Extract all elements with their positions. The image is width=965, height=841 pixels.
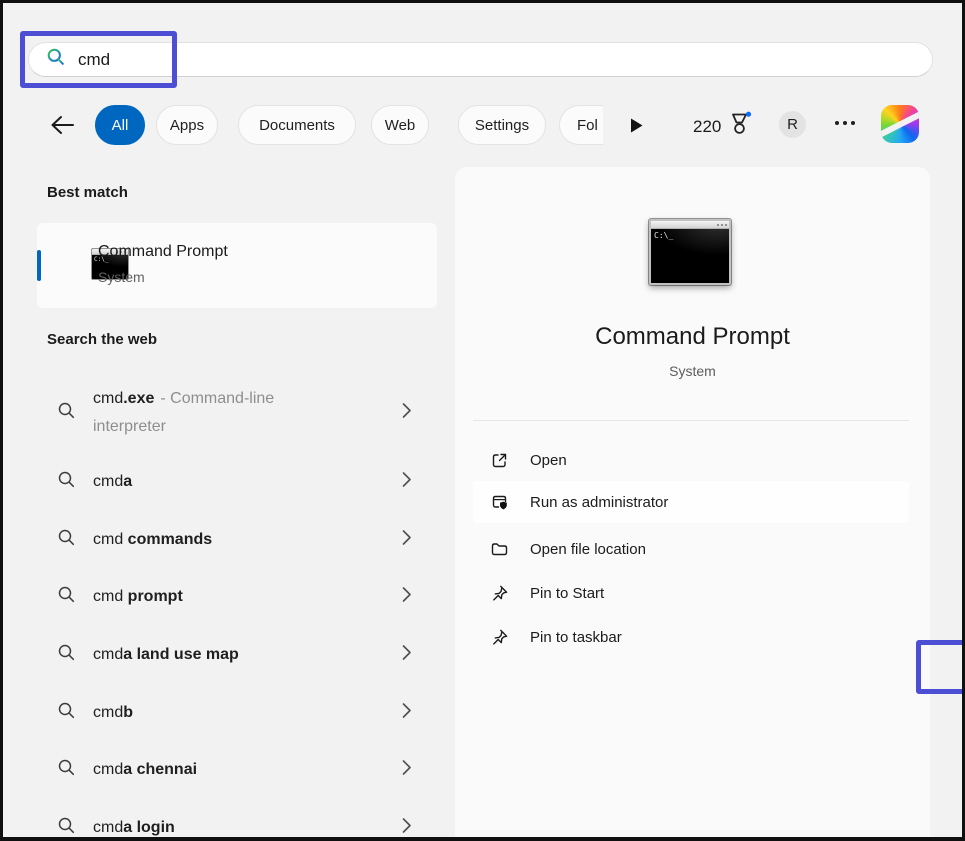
chevron-right-icon[interactable] <box>401 817 412 837</box>
search-row-icon <box>57 585 76 609</box>
search-input[interactable]: cmd <box>28 42 933 77</box>
suggestion-typed: cmd <box>93 646 124 663</box>
action-pin-to-taskbar[interactable]: Pin to taskbar <box>473 615 909 659</box>
tab-label: Fol <box>577 116 598 134</box>
windows-search-flyout: cmd All Apps Documents Web Settings Fol … <box>0 0 965 841</box>
suggestion-typed: cmd <box>93 473 124 490</box>
action-label: Open <box>530 451 567 469</box>
tab-folders-truncated[interactable]: Fol <box>559 105 603 145</box>
suggestion-typed: cmd <box>93 819 124 836</box>
search-icon <box>46 47 66 72</box>
search-row-icon <box>57 401 76 425</box>
search-row-icon <box>57 758 76 782</box>
search-web-heading: Search the web <box>47 331 158 348</box>
shield-window-icon <box>490 493 510 512</box>
action-label: Open file location <box>530 540 646 558</box>
search-row-icon <box>57 470 76 494</box>
suggestion-completion: commands <box>123 531 213 548</box>
web-suggestion-row[interactable]: cmda login <box>37 804 437 837</box>
rewards-medal-icon <box>729 111 752 142</box>
chevron-right-icon[interactable] <box>401 402 412 424</box>
chevron-right-icon[interactable] <box>401 702 412 724</box>
avatar-initial: R <box>787 116 798 133</box>
suggestion-typed: cmd <box>93 531 124 548</box>
selection-accent-bar <box>37 250 41 281</box>
chevron-right-icon[interactable] <box>401 471 412 493</box>
scroll-tabs-right-button[interactable] <box>629 117 645 135</box>
suggestion-completion: a <box>123 473 133 490</box>
web-suggestion-row[interactable]: cmda <box>37 458 437 506</box>
divider <box>473 420 909 421</box>
best-match-title: Command Prompt <box>98 243 228 260</box>
best-match-subtitle: System <box>98 269 145 285</box>
tab-all[interactable]: All <box>95 105 145 145</box>
chevron-right-icon[interactable] <box>401 529 412 551</box>
pin-icon <box>490 628 510 647</box>
suggestion-completion: a chennai <box>123 761 198 778</box>
suggestion-completion: .exe <box>123 390 155 407</box>
web-suggestion-row[interactable]: cmd.exe - Command-line interpreter <box>37 379 437 447</box>
preview-panel: C:\_ Command Prompt System Open Run as a… <box>455 167 962 837</box>
play-triangle-icon <box>631 118 643 133</box>
action-open[interactable]: Open <box>473 438 909 482</box>
tab-label: All <box>111 116 129 134</box>
best-match-item[interactable]: C:\_ Command Prompt System <box>37 223 437 308</box>
folder-icon <box>490 540 510 559</box>
search-row-icon <box>57 816 76 837</box>
rewards-points: 220 <box>693 116 722 136</box>
tab-settings[interactable]: Settings <box>458 105 546 145</box>
rewards-counter[interactable]: 220 <box>693 111 752 142</box>
search-row-icon <box>57 701 76 725</box>
tab-web[interactable]: Web <box>371 105 429 145</box>
suggestion-typed: cmd <box>93 588 124 605</box>
back-button[interactable] <box>48 113 78 139</box>
tab-label: Documents <box>259 116 335 134</box>
preview-title: Command Prompt <box>595 323 790 350</box>
dot-icon <box>835 121 839 125</box>
chevron-right-icon[interactable] <box>401 759 412 781</box>
open-external-icon <box>490 451 510 470</box>
chevron-right-icon[interactable] <box>401 586 412 608</box>
action-label: Run as administrator <box>530 493 669 511</box>
suggestion-typed: cmd <box>93 704 124 721</box>
preview-subtitle: System <box>669 363 716 379</box>
suggestion-typed: cmd <box>93 761 124 778</box>
web-suggestion-row[interactable]: cmdb <box>37 689 437 737</box>
tab-label: Web <box>384 116 416 134</box>
web-suggestion-row[interactable]: cmda land use map <box>37 631 437 679</box>
action-open-file-location[interactable]: Open file location <box>473 527 909 571</box>
chevron-right-icon[interactable] <box>401 644 412 666</box>
tab-apps[interactable]: Apps <box>156 105 218 145</box>
dot-icon <box>851 121 855 125</box>
copilot-icon[interactable] <box>881 105 919 143</box>
tab-documents[interactable]: Documents <box>238 105 356 145</box>
suggestion-typed: cmd <box>93 390 124 407</box>
tab-label: Apps <box>169 116 205 134</box>
search-row-icon <box>57 643 76 667</box>
suggestion-completion: prompt <box>123 588 183 605</box>
more-options-button[interactable] <box>835 121 855 125</box>
web-suggestion-row[interactable]: cmd commands <box>37 516 437 564</box>
action-pin-to-start[interactable]: Pin to Start <box>473 571 909 615</box>
search-query-text: cmd <box>78 49 111 69</box>
action-label: Pin to taskbar <box>530 628 622 646</box>
dot-icon <box>843 121 847 125</box>
search-row-icon <box>57 528 76 552</box>
suggestion-completion: b <box>123 704 134 721</box>
action-run-as-administrator[interactable]: Run as administrator <box>473 481 909 523</box>
best-match-heading: Best match <box>47 184 128 201</box>
suggestion-completion: a land use map <box>123 646 239 663</box>
web-suggestion-row[interactable]: cmd prompt <box>37 573 437 621</box>
action-label: Pin to Start <box>530 584 605 602</box>
tab-label: Settings <box>474 116 530 134</box>
pin-icon <box>490 584 510 603</box>
suggestion-completion: a login <box>123 819 175 836</box>
account-avatar[interactable]: R <box>779 111 806 138</box>
annotation-run-as-administrator <box>916 640 962 694</box>
web-suggestion-row[interactable]: cmda chennai <box>37 746 437 794</box>
command-prompt-icon-large: C:\_ <box>649 219 731 285</box>
